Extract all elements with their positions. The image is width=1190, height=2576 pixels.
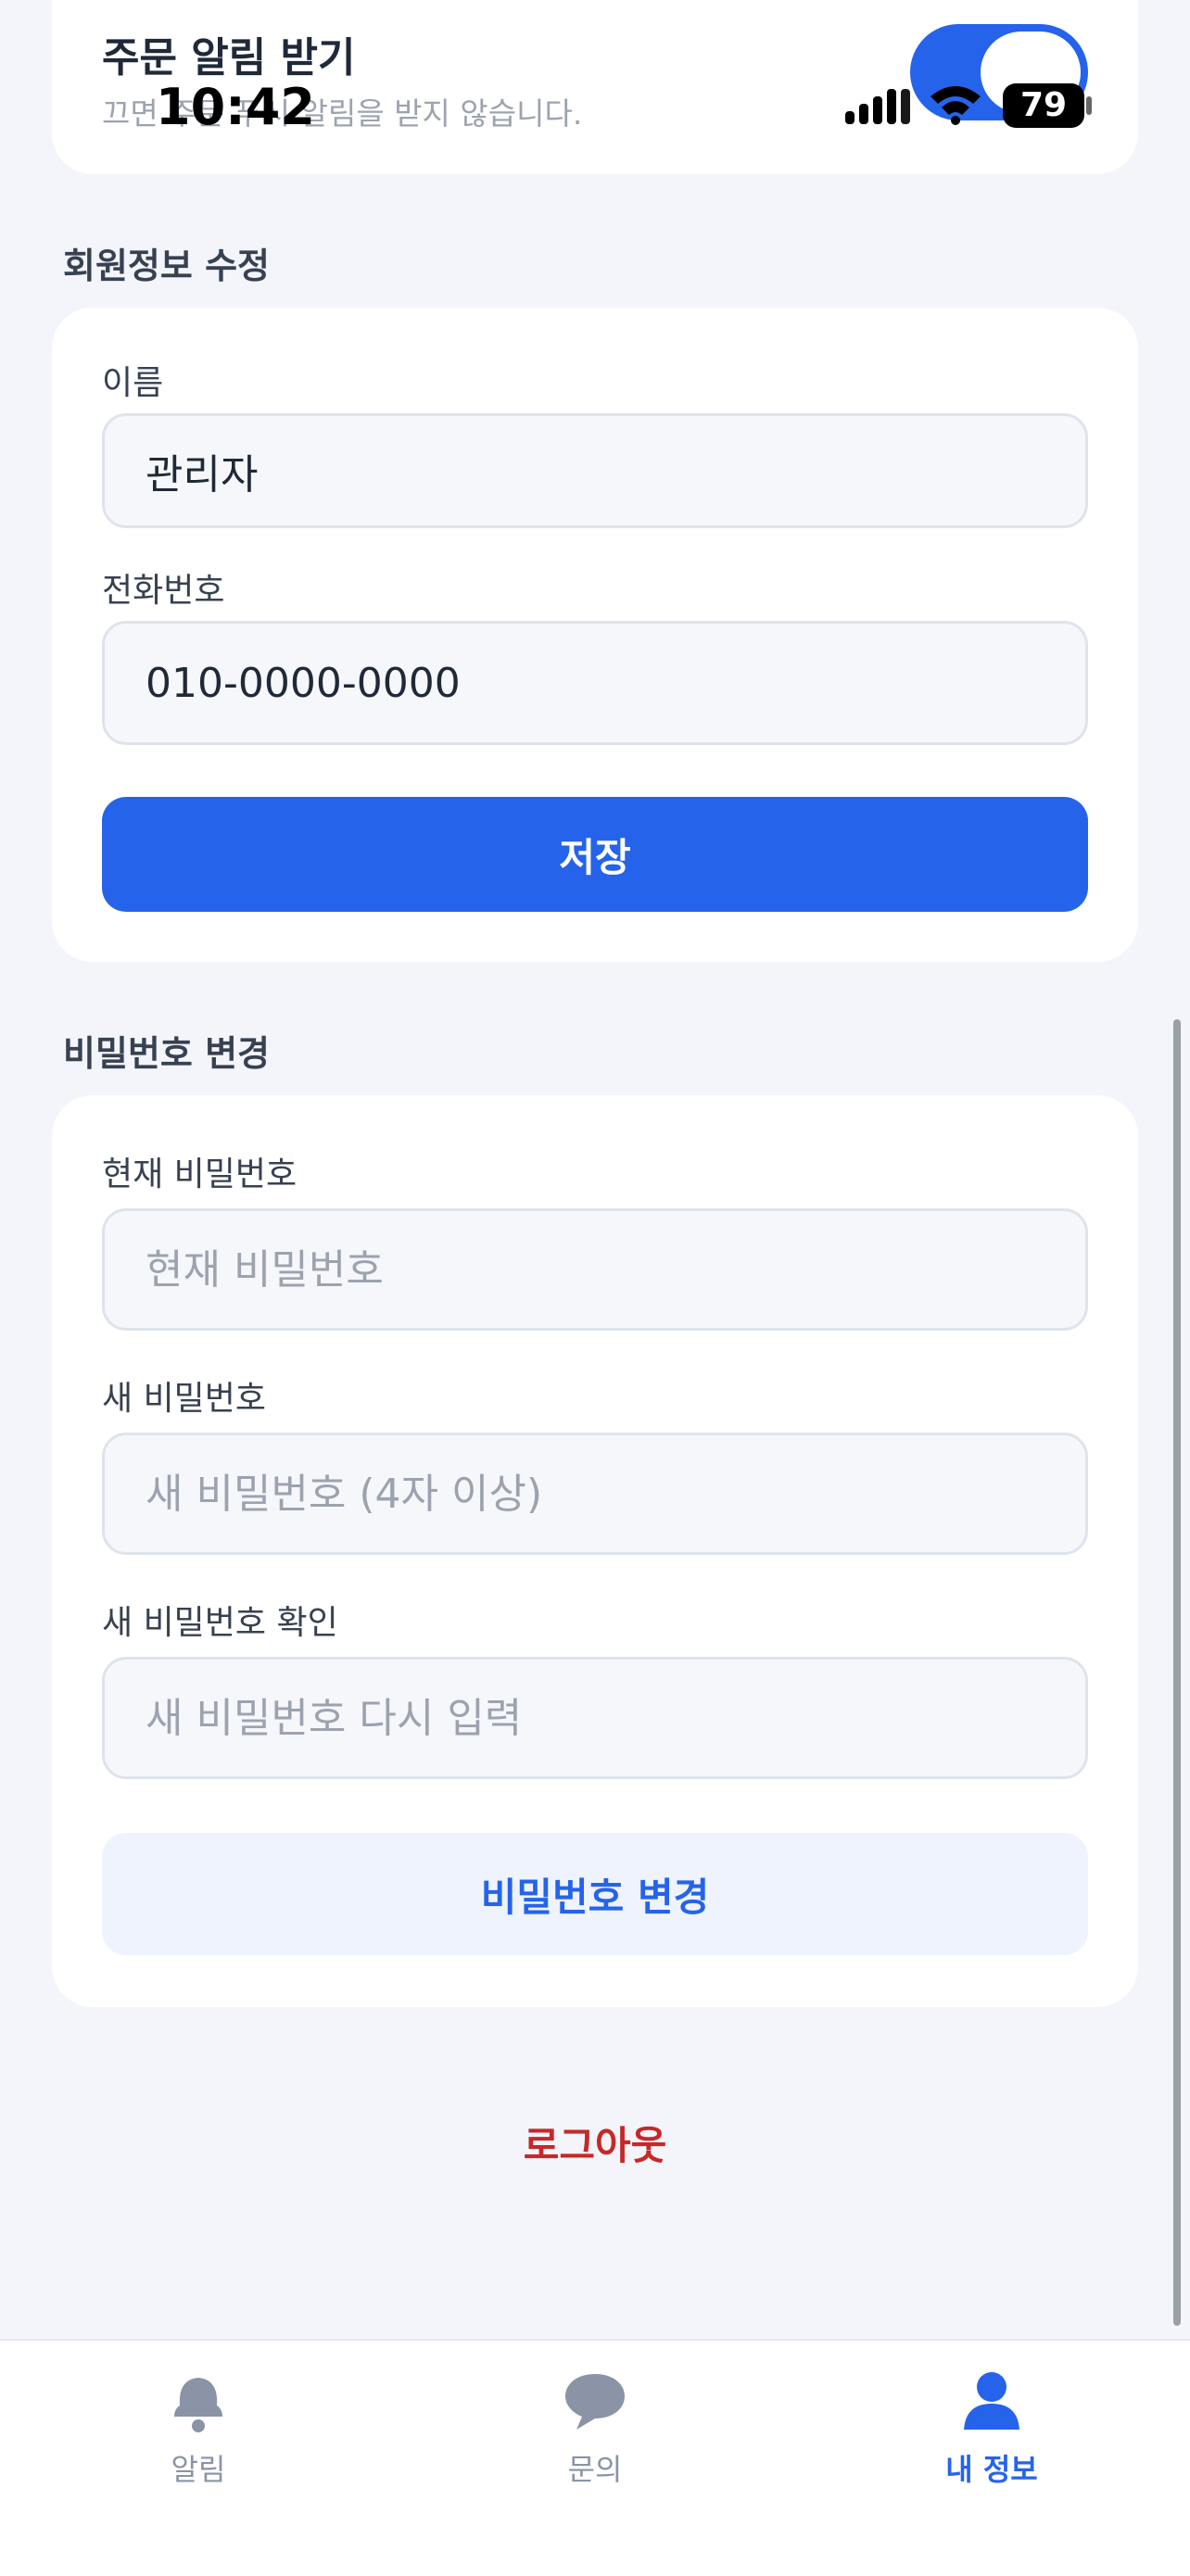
name-input[interactable] [102,413,1088,528]
wifi-icon [927,82,984,126]
confirm-password-label: 새 비밀번호 확인 [102,1604,338,1642]
person-icon [962,2368,1021,2439]
battery-cap [1086,96,1092,115]
phone-label: 전화번호 [102,572,225,610]
save-button[interactable]: 저장 [102,797,1088,912]
change-password-button[interactable]: 비밀번호 변경 [102,1833,1088,1955]
status-time: 10:42 [156,78,315,136]
battery-level: 79 [1019,86,1068,124]
tab-label: 알림 [171,2452,226,2487]
bottom-tab-bar: 알림 문의 내 정보 [0,2339,1190,2576]
password-section-title: 비밀번호 변경 [63,1033,270,1074]
current-password-input[interactable] [102,1208,1088,1331]
tab-notifications[interactable]: 알림 [78,2368,319,2489]
current-password-label: 현재 비밀번호 [102,1155,298,1193]
tab-label: 내 정보 [945,2452,1038,2487]
name-label: 이름 [102,364,164,402]
chat-bubble-icon [563,2368,627,2439]
bell-icon [169,2368,228,2439]
notification-title: 주문 알림 받기 [102,34,356,82]
phone-input[interactable] [102,621,1088,745]
tab-label: 문의 [567,2452,623,2487]
tab-inquiries[interactable]: 문의 [475,2368,715,2489]
scrollbar[interactable] [1173,1019,1181,2326]
logout-button[interactable]: 로그아웃 [0,2115,1190,2171]
new-password-input[interactable] [102,1433,1088,1555]
confirm-password-input[interactable] [102,1657,1088,1779]
battery-icon: 79 [1003,83,1084,128]
tab-my-info[interactable]: 내 정보 [871,2368,1112,2489]
new-password-label: 새 비밀번호 [102,1380,267,1418]
signal-icon [845,85,910,126]
profile-section-title: 회원정보 수정 [63,246,270,286]
